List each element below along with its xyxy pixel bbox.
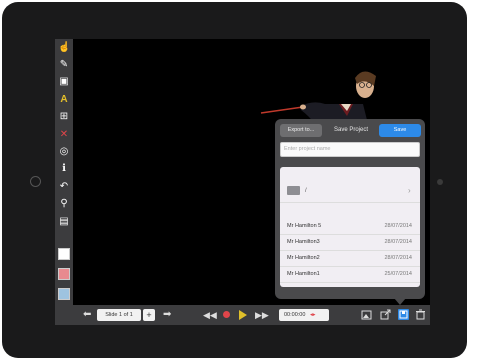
home-button[interactable] [30, 176, 41, 187]
file-name: Mr Hamilton 5 [287, 223, 322, 229]
color-swatch-blue[interactable] [58, 288, 70, 300]
folder-icon [287, 186, 300, 195]
file-name: Mr Hamilton1 [287, 271, 320, 277]
add-box-tool-icon[interactable]: ⊞ [58, 111, 70, 123]
popover-arrow [394, 298, 406, 305]
save-button[interactable]: Save [379, 124, 421, 137]
ipad-device: ☝ ✎ ▣ A ⊞ ✕ ◎ ℹ ↶ ⚲ ▤ ⬅ Slide 1 of 1 + ➡… [2, 2, 467, 358]
export-button[interactable]: Export to... [280, 124, 322, 137]
project-name-input[interactable]: Enter project name [280, 142, 420, 157]
camera-dot [437, 179, 443, 185]
image-tool-icon[interactable]: ▣ [58, 76, 70, 88]
file-date: 28/07/2014 [384, 255, 412, 261]
folder-label: / [305, 188, 307, 194]
trash-icon[interactable] [415, 309, 426, 320]
undo-tool-icon[interactable]: ↶ [58, 181, 70, 193]
insert-image-icon[interactable] [361, 309, 372, 320]
delete-tool-icon[interactable]: ✕ [58, 129, 70, 141]
share-icon[interactable] [380, 309, 391, 320]
list-item[interactable]: Mr Hamilton2 28/07/2014 [280, 250, 420, 267]
bottom-bar: ⬅ Slide 1 of 1 + ➡ ◀◀ ▶▶ 00:00:00 ◂▸ [55, 305, 430, 325]
left-toolbar: ☝ ✎ ▣ A ⊞ ✕ ◎ ℹ ↶ ⚲ ▤ [55, 39, 73, 305]
info-tool-icon[interactable]: ℹ [58, 163, 70, 175]
fast-forward-icon[interactable]: ▶▶ [255, 309, 269, 321]
time-label: 00:00:00 [284, 312, 306, 318]
prev-slide-icon[interactable]: ⬅ [83, 309, 91, 321]
file-date: 28/07/2014 [384, 223, 412, 229]
save-project-popover: Export to... Save Project Save Enter pro… [275, 119, 425, 299]
time-display: 00:00:00 ◂▸ [279, 309, 329, 321]
project-list: / › Mr Hamilton 5 28/07/2014 Mr Hamilton… [280, 167, 420, 287]
record-button[interactable] [223, 311, 230, 318]
save-project-icon[interactable] [398, 309, 409, 320]
file-date: 25/07/2014 [384, 271, 412, 277]
folder-row[interactable]: / › [280, 180, 420, 203]
pointer-tool-icon[interactable]: ☝ [58, 42, 70, 54]
add-slide-button[interactable]: + [143, 309, 155, 321]
color-swatch-white[interactable] [58, 248, 70, 260]
list-item[interactable]: Mr Hamilton1 25/07/2014 [280, 266, 420, 283]
file-name: Mr Hamilton3 [287, 239, 320, 245]
popover-title: Save Project [333, 127, 369, 133]
list-item[interactable]: Mr Hamilton 5 28/07/2014 [280, 218, 420, 235]
target-tool-icon[interactable]: ◎ [58, 146, 70, 158]
file-name: Mr Hamilton2 [287, 255, 320, 261]
next-slide-icon[interactable]: ➡ [163, 309, 171, 321]
audio-level-icon: ◂▸ [309, 312, 316, 318]
rewind-icon[interactable]: ◀◀ [203, 309, 217, 321]
chevron-right-icon: › [408, 186, 411, 195]
zoom-tool-icon[interactable]: ⚲ [58, 198, 70, 210]
file-date: 28/07/2014 [384, 239, 412, 245]
play-button[interactable] [239, 310, 247, 320]
text-tool-icon[interactable]: A [58, 94, 70, 106]
pen-tool-icon[interactable]: ✎ [58, 59, 70, 71]
slide-indicator[interactable]: Slide 1 of 1 [97, 309, 141, 321]
background-tool-icon[interactable]: ▤ [58, 216, 70, 228]
color-swatch-pink[interactable] [58, 268, 70, 280]
presenter-figure-image [260, 71, 376, 124]
list-item[interactable]: Mr Hamilton3 28/07/2014 [280, 234, 420, 251]
